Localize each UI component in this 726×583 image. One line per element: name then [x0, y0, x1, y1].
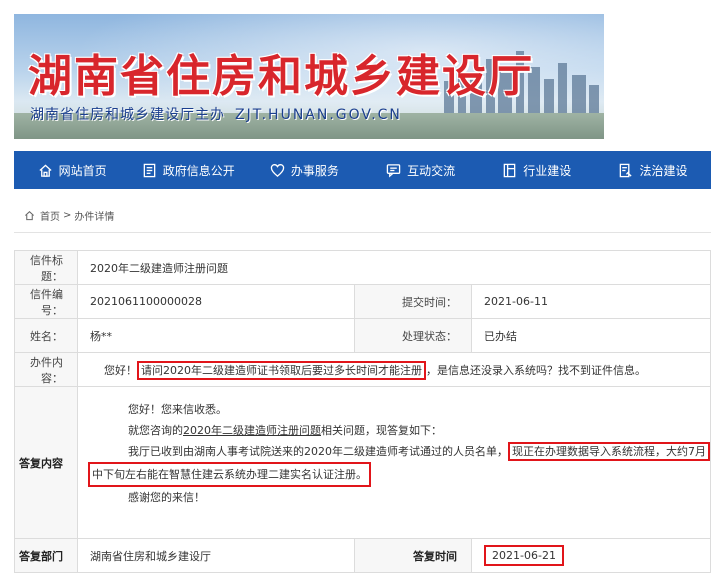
- home-icon: [25, 211, 34, 221]
- reply-dept-label: 答复部门: [14, 538, 78, 573]
- reply-time-label: 答复时间: [354, 538, 473, 573]
- nav-item-label: 法治建设: [639, 163, 688, 178]
- reply-closing: 感谢您的来信！: [128, 491, 205, 504]
- letter-title-value: 2020年二级建造师注册问题: [77, 250, 711, 285]
- chat-icon: [386, 163, 401, 178]
- nav-item-law[interactable]: 法治建设: [595, 151, 711, 189]
- reply-line-2-suffix: 相关问题，现答复如下：: [321, 424, 442, 437]
- reply-label: 答复内容: [14, 386, 78, 539]
- table-row: 答复部门 湖南省住房和城乡建设厅 答复时间 2021-06-21: [14, 538, 711, 573]
- reply-line-4-highlight: 中下旬左右能在智慧住建云系统办理二建实名认证注册。: [88, 462, 371, 487]
- reply-time-value: 2021-06-21: [484, 545, 564, 566]
- heart-icon: [270, 163, 285, 177]
- letter-number-label: 信件编号：: [14, 284, 78, 319]
- nav-item-label: 办事服务: [290, 163, 339, 178]
- law-icon: [620, 163, 633, 177]
- submit-time-label: 提交时间：: [354, 284, 473, 319]
- nav-item-interaction[interactable]: 互动交流: [363, 151, 479, 189]
- name-label: 姓名：: [14, 318, 78, 353]
- status-label: 处理状态：: [354, 318, 473, 353]
- table-row: 姓名： 杨** 处理状态： 已办结: [14, 318, 711, 353]
- status-value: 已办结: [471, 318, 711, 353]
- reply-content: 您好！您来信收悉。 就您咨询的2020年二级建造师注册问题相关问题，现答复如下：…: [77, 386, 711, 539]
- building-icon: [503, 163, 516, 177]
- nav-item-gov-info[interactable]: 政府信息公开: [130, 151, 246, 189]
- reply-greeting: 您好！您来信收悉。: [128, 403, 227, 416]
- site-url: ZJT.HUNAN.GOV.CN: [235, 107, 402, 123]
- site-sponsor: 湖南省住房和城乡建设厅主办: [30, 107, 225, 123]
- site-banner: 湖南省住房和城乡建设厅 湖南省住房和城乡建设厅主办 ZJT.HUNAN.GOV.C…: [14, 14, 604, 139]
- reply-line-2: 就您咨询的2020年二级建造师注册问题相关问题，现答复如下：: [88, 420, 710, 441]
- site-subtitle: 湖南省住房和城乡建设厅主办 ZJT.HUNAN.GOV.CN: [30, 104, 402, 124]
- reply-line-4: 中下旬左右能在智慧住建云系统办理二建实名认证注册。: [88, 462, 710, 487]
- nav-item-label: 互动交流: [407, 163, 456, 178]
- nav-item-services[interactable]: 办事服务: [246, 151, 362, 189]
- reply-line-3-prefix: 我厅已收到由湖南人事考试院送来的2020年二级建造师考试通过的人员名单，: [128, 445, 508, 458]
- reply-line-2-prefix: 就您咨询的: [128, 424, 183, 437]
- reply-line-3: 我厅已收到由湖南人事考试院送来的2020年二级建造师考试通过的人员名单， 现正在办…: [88, 441, 710, 462]
- content-prefix: 您好！: [104, 363, 137, 377]
- letter-detail-table: 信件标题： 2020年二级建造师注册问题 信件编号： 2021061100000…: [14, 250, 711, 573]
- divider: [14, 232, 711, 233]
- table-row: 信件标题： 2020年二级建造师注册问题: [14, 250, 711, 285]
- submit-time-value: 2021-06-11: [471, 284, 711, 319]
- table-row: 答复内容 您好！您来信收悉。 就您咨询的2020年二级建造师注册问题相关问题，现…: [14, 386, 711, 539]
- nav-item-label: 政府信息公开: [162, 163, 235, 178]
- nav-item-home[interactable]: 网站首页: [14, 151, 130, 189]
- reply-line-3-highlight: 现正在办理数据导入系统流程，大约7月: [508, 442, 710, 461]
- breadcrumb-current: 办件详情: [74, 212, 115, 223]
- content-suffix: ，是信息还没录入系统吗？找不到证件信息。: [426, 363, 646, 377]
- breadcrumb: 首页 > 办件详情: [24, 208, 114, 223]
- reply-dept-value: 湖南省住房和城乡建设厅: [76, 538, 356, 573]
- reply-line-2-underlined: 2020年二级建造师注册问题: [183, 424, 321, 437]
- table-row: 信件编号： 2021061100000028 提交时间： 2021-06-11: [14, 284, 711, 319]
- content-label: 办件内容：: [14, 352, 78, 387]
- home-icon: [39, 163, 52, 177]
- nav-item-industry[interactable]: 行业建设: [479, 151, 595, 189]
- content-value: 您好！ 请问2020年二级建造师证书领取后要过多长时间才能注册 ，是信息还没录入系统…: [77, 352, 711, 387]
- breadcrumb-separator: >: [63, 210, 72, 221]
- main-nav: 网站首页 政府信息公开 办事服务 互动交流 行业建设 法治建设: [14, 151, 711, 189]
- nav-item-label: 行业建设: [523, 163, 572, 178]
- document-icon: [143, 163, 156, 177]
- letter-title-label: 信件标题：: [14, 250, 78, 285]
- site-title: 湖南省住房和城乡建设厅: [28, 51, 534, 102]
- reply-time-cell: 2021-06-21: [471, 538, 711, 573]
- nav-item-label: 网站首页: [58, 163, 107, 178]
- table-row: 办件内容： 您好！ 请问2020年二级建造师证书领取后要过多长时间才能注册 ，是信息…: [14, 352, 711, 387]
- letter-number-value: 2021061100000028: [76, 284, 356, 319]
- name-value: 杨**: [76, 318, 356, 353]
- content-highlight: 请问2020年二级建造师证书领取后要过多长时间才能注册: [137, 360, 426, 380]
- breadcrumb-home[interactable]: 首页: [40, 208, 60, 223]
